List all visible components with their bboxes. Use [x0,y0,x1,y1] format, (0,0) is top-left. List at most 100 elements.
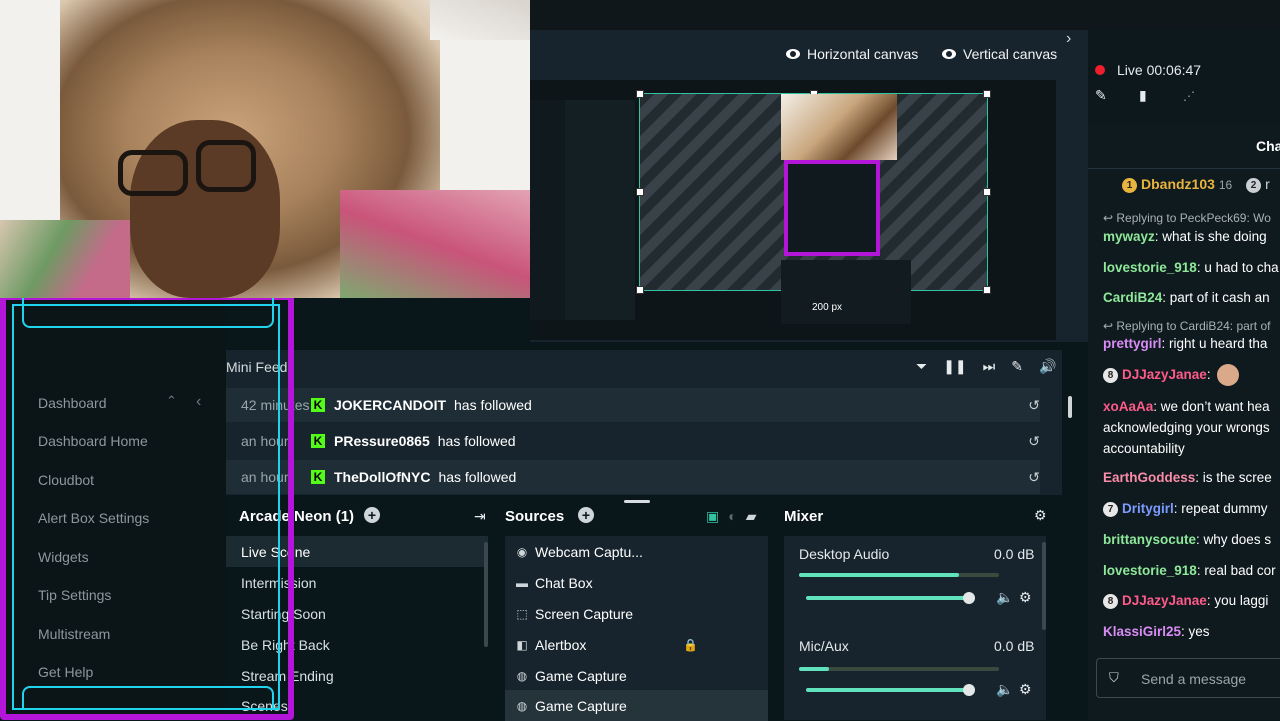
selective-recording-icon[interactable]: ▣ [706,508,719,525]
mixer-scrollbar[interactable] [1042,542,1046,630]
live-dot-icon [1095,65,1105,75]
gear-icon[interactable]: ⚙ [1019,681,1032,698]
resize-handle[interactable] [983,188,991,196]
speaker-icon[interactable]: 🔈 [996,681,1013,698]
chat-text: : repeat dummy [1173,501,1268,516]
chat-username[interactable]: lovestorie_918 [1103,563,1197,578]
live-status: Live 00:06:47 [1117,62,1201,78]
add-scene-icon[interactable]: + [364,507,380,523]
vertical-canvas-toggle[interactable]: Vertical canvas [942,46,1057,62]
chat-message: CardiB24: part of it cash an [1103,287,1270,308]
chat-username[interactable]: CardiB24 [1103,290,1162,305]
replay-icon[interactable]: ↺ [1028,433,1040,450]
supporter-count: 16 [1218,178,1233,192]
replay-icon[interactable]: ↺ [1028,469,1040,486]
chat-text: : right u heard tha [1161,336,1268,351]
feed-scrollbar[interactable] [1068,396,1072,418]
volume-slider[interactable] [806,688,972,692]
clip-icon[interactable]: ▮ [1139,87,1147,104]
chat-input-placeholder: Send a message [1141,671,1247,687]
volume-slider-knob[interactable] [963,592,975,604]
mixer-channel-db: 0.0 dB [994,638,1035,654]
source-item[interactable]: ⬚ Screen Capture [505,598,768,629]
shield-icon[interactable]: ⛉ [1109,670,1119,686]
resize-handle[interactable] [983,90,991,98]
chat-username[interactable]: lovestorie_918 [1103,260,1197,275]
mixer-title: Mixer [784,508,824,525]
scenes-scrollbar[interactable] [484,542,488,647]
feed-user: TheDollOfNYC [334,469,431,485]
chat-text: : you laggi [1206,593,1269,608]
source-item[interactable]: ▬ Chat Box [505,567,768,598]
chat-username[interactable]: EarthGoddess [1103,470,1195,485]
sub-badge-icon: 8 [1103,367,1118,383]
lock-icon[interactable]: 🔒 [683,638,698,652]
volume-slider-knob[interactable] [963,684,975,696]
edit-stream-icon[interactable]: ✎ [1095,87,1107,104]
chat-username[interactable]: mywayz [1103,229,1155,244]
alertbox-icon: ◧ [516,637,528,652]
panel-resize-grip[interactable] [624,500,650,503]
chat-username[interactable]: xoAaAa [1103,399,1153,414]
folder-icon[interactable]: ▰ [746,508,757,525]
stream-preview[interactable]: 200 px [530,80,1056,340]
kick-logo-icon: K [311,434,325,448]
speaker-icon[interactable]: 🔈 [996,589,1013,606]
source-item[interactable]: ◧ Alertbox 🔒 [505,629,768,660]
chat-text: : why does s [1196,532,1272,547]
chat-username[interactable]: brittanysocute [1103,532,1196,547]
resize-handle[interactable] [983,286,991,294]
chat-message: lovestorie_918: real bad cor [1103,560,1276,581]
chat-input[interactable]: ⛉ Send a message [1096,658,1280,698]
replay-icon[interactable]: ↺ [1028,397,1040,414]
skip-icon[interactable]: ⏭ [983,358,996,375]
source-label: Alertbox [535,636,587,653]
chat-username[interactable]: KlassiGirl25 [1103,624,1181,639]
chat-username[interactable]: Dritygirl [1122,501,1174,516]
filter-icon[interactable]: ⏷ [916,358,927,375]
gear-icon[interactable]: ⚙ [1034,507,1047,524]
gear-icon[interactable]: ⚙ [1019,589,1032,606]
chat-message: mywayz: what is she doing [1103,226,1267,247]
resize-handle[interactable] [636,286,644,294]
kick-logo-icon: K [311,398,325,412]
mixer-channel-name: Desktop Audio [799,546,890,562]
volume-icon[interactable]: 🔊 [1039,358,1056,375]
live-label: Live [1117,62,1143,78]
clothing-left [0,220,130,298]
chat-username[interactable]: prettygirl [1103,336,1162,351]
share-icon[interactable]: ⋰ [1183,89,1195,103]
source-label: Screen Capture [535,605,634,622]
rank-badge: 1 [1122,177,1137,193]
horizontal-canvas-toggle[interactable]: Horizontal canvas [786,46,918,62]
source-label: Game Capture [535,667,627,684]
webcam-feed [0,0,530,298]
volume-slider[interactable] [806,596,972,600]
collapse-chevron-icon[interactable]: › [1066,30,1071,48]
resize-handle[interactable] [636,90,644,98]
chat-text: : yes [1181,624,1210,639]
chat-username[interactable]: DJJazyJanae [1122,367,1207,382]
source-item[interactable]: ◉ Webcam Captu... [505,536,768,567]
source-item[interactable]: ◍ Game Capture [505,660,768,691]
mute-alerts-icon[interactable]: ✎ [1011,358,1023,375]
source-group-icon[interactable]: ◐ [728,508,736,525]
resize-handle[interactable] [636,188,644,196]
volume-meter [799,573,999,577]
kick-logo-icon: K [311,470,325,484]
add-source-icon[interactable]: + [578,507,594,523]
supporter-name: r [1265,176,1270,192]
feed-row: an hour K PRessure0865 has followed ↺ [226,424,1040,458]
source-item[interactable]: ◍ Game Capture [505,690,768,721]
rank-badge: 2 [1246,177,1262,193]
source-label: Chat Box [535,574,593,591]
pause-icon[interactable]: ❚❚ [943,358,966,375]
chat-text: : [1206,367,1211,382]
scene-transition-icon[interactable]: ⇥ [474,508,486,525]
chat-username[interactable]: DJJazyJanae [1122,593,1207,608]
chat-text: : what is she doing [1154,229,1267,244]
chat-text: : part of it cash an [1162,290,1270,305]
mirror-chat-thumb [565,100,635,320]
nested-webcam-thumb [781,94,897,160]
volume-meter-level [799,667,829,671]
